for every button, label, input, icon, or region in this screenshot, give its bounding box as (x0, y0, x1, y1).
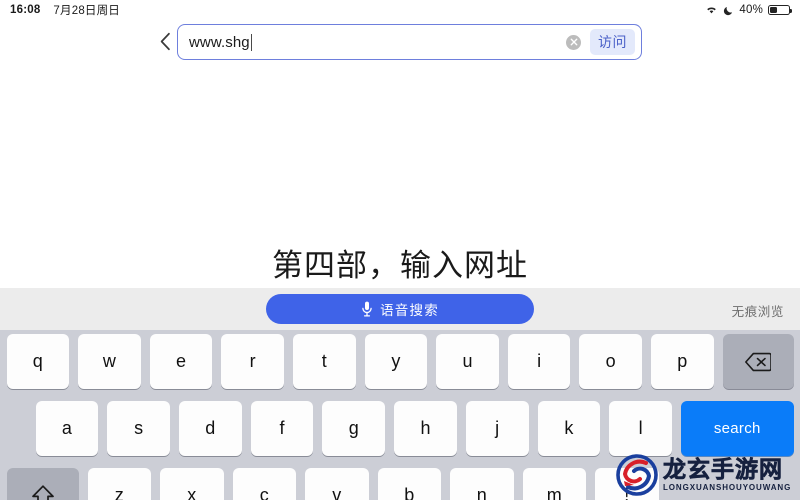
key-g[interactable]: g (322, 401, 386, 456)
key-search[interactable]: search (680, 401, 794, 456)
key-c[interactable]: c (232, 468, 296, 500)
onscreen-keyboard: qwertyuiop asdfghjkl search z x c v b n … (0, 330, 800, 500)
key-d[interactable]: d (178, 401, 242, 456)
battery-icon (768, 4, 793, 16)
back-button[interactable] (150, 24, 180, 58)
voice-search-button[interactable]: 语音搜索 (266, 294, 534, 324)
key-m[interactable]: m (522, 468, 586, 500)
key-![interactable]: ! (595, 468, 659, 500)
key-j[interactable]: j (465, 401, 529, 456)
text-cursor (250, 33, 253, 51)
url-input-container[interactable]: www.shg 访问 (177, 24, 642, 60)
key-o[interactable]: o (579, 334, 642, 389)
backspace-delete-icon (745, 352, 772, 372)
key-y[interactable]: y (364, 334, 428, 389)
key-q[interactable]: q (6, 334, 70, 389)
key-a[interactable]: a (35, 401, 99, 456)
status-bar: 16:08 7月28日周日 40% (0, 0, 800, 20)
status-bar-right: 40% (705, 4, 793, 16)
status-date: 7月28日周日 (53, 5, 121, 17)
key-e[interactable]: e (149, 334, 213, 389)
status-time: 16:08 (10, 4, 41, 16)
key-k[interactable]: k (537, 401, 601, 456)
key-l[interactable]: l (609, 401, 672, 456)
key-z[interactable]: z (87, 468, 151, 500)
microphone-icon (361, 301, 373, 317)
url-input-value: www.shg (189, 33, 250, 51)
tablet-browser-screen: 16:08 7月28日周日 40% www.shg 访问 第四部，输入网址 语音… (0, 0, 800, 500)
status-bar-left: 16:08 7月28日周日 (10, 2, 120, 18)
key-n[interactable]: n (450, 468, 514, 500)
web-page-content: 第四部，输入网址 (0, 64, 800, 288)
url-input[interactable]: www.shg (189, 25, 566, 59)
key-b[interactable]: b (377, 468, 441, 500)
key-f[interactable]: f (250, 401, 314, 456)
chevron-left-icon (158, 32, 173, 51)
key-h[interactable]: h (394, 401, 457, 456)
voice-search-toolbar: 语音搜索 无痕浏览 (0, 288, 800, 330)
battery-percent-label: 40% (739, 4, 763, 16)
browser-address-bar-row: www.shg 访问 (0, 20, 800, 64)
visit-button[interactable]: 访问 (590, 29, 635, 55)
keyboard-row-3: z x c v b n m! (0, 468, 800, 500)
key-w[interactable]: w (78, 334, 141, 389)
key-i[interactable]: i (507, 334, 571, 389)
key-p[interactable]: p (650, 334, 714, 389)
key-x[interactable]: x (160, 468, 224, 500)
keyboard-row-1: qwertyuiop (0, 334, 800, 392)
key-shift[interactable] (6, 468, 79, 500)
key-s[interactable]: s (107, 401, 170, 456)
wifi-icon (705, 5, 718, 16)
key-u[interactable]: u (436, 334, 499, 389)
key-t[interactable]: t (292, 334, 356, 389)
clear-circle-x-icon[interactable] (566, 34, 581, 50)
key-backspace[interactable] (722, 334, 794, 389)
incognito-browsing-button[interactable]: 无痕浏览 (732, 301, 784, 320)
do-not-disturb-moon-icon (723, 5, 734, 16)
voice-search-label: 语音搜索 (380, 303, 439, 318)
key-v[interactable]: v (305, 468, 369, 500)
page-headline: 第四部，输入网址 (272, 248, 528, 284)
battery-fill (770, 6, 778, 14)
shift-arrow-up-icon (31, 484, 55, 500)
keyboard-row-2: asdfghjkl search (0, 401, 800, 459)
key-r[interactable]: r (221, 334, 284, 389)
